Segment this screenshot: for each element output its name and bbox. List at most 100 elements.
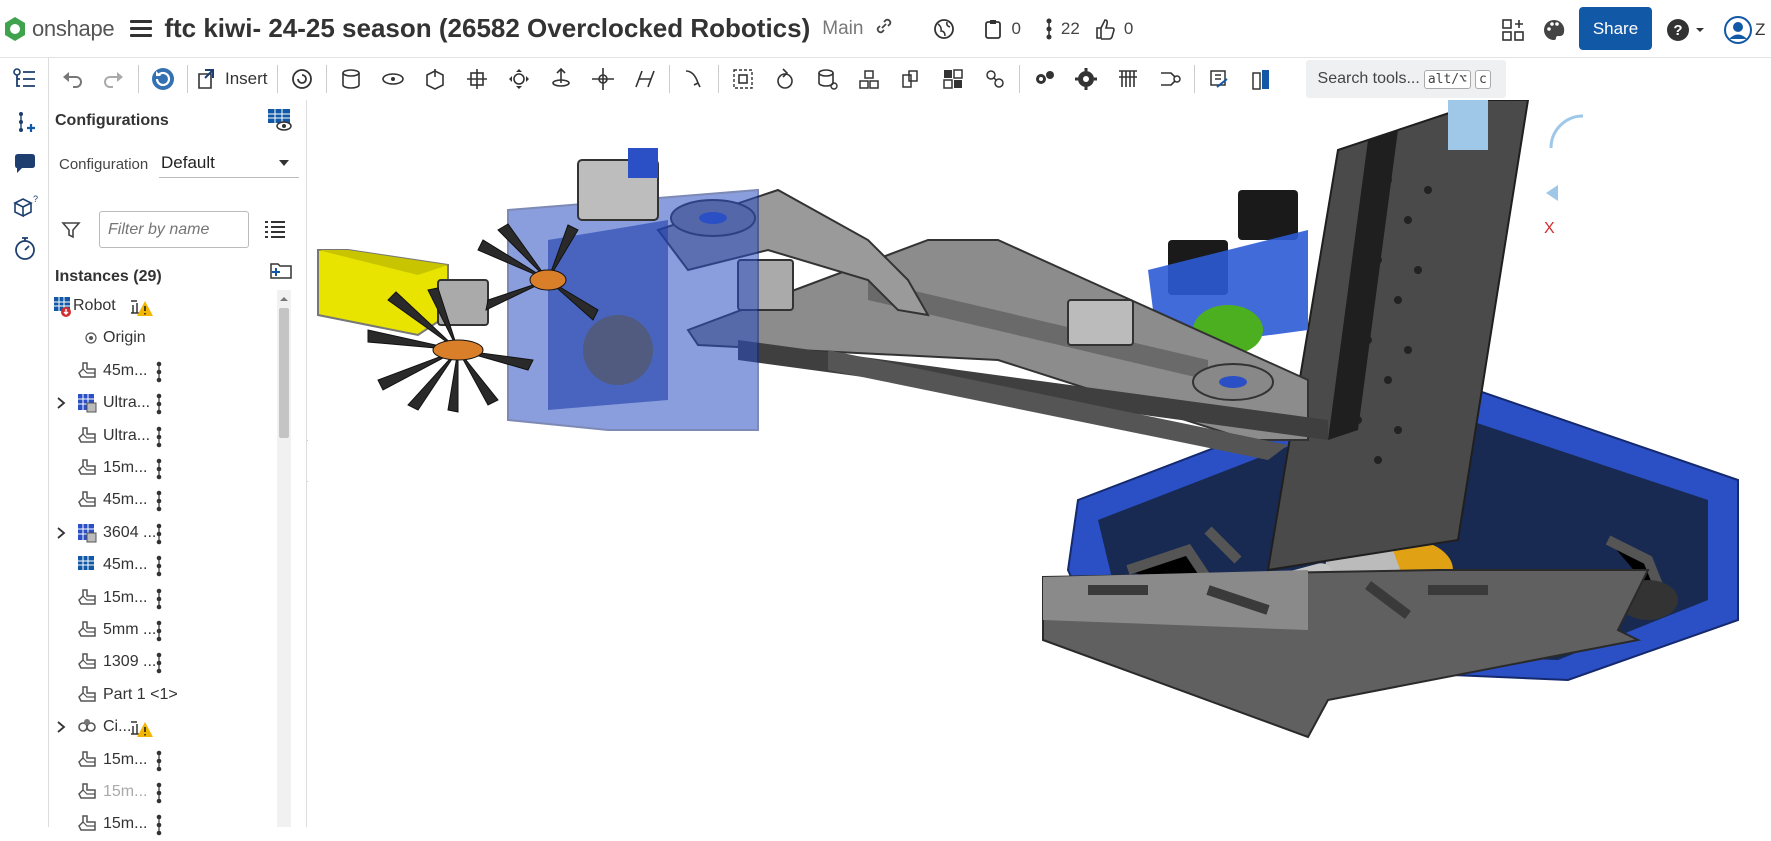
comments-icon[interactable] [10,150,40,180]
linear-pattern-icon[interactable] [850,60,888,98]
graphics-viewport[interactable]: X [308,100,1771,827]
measure-icon[interactable] [1200,60,1238,98]
instance-row[interactable]: Origin [49,322,277,354]
fasten-mate-icon[interactable] [283,60,321,98]
instance-menu-icon[interactable] [155,750,163,777]
instance-menu-icon[interactable] [155,555,163,582]
instance-row[interactable]: 5mm ... [49,614,277,646]
instance-menu-icon[interactable] [155,588,163,615]
part-icon [77,750,97,775]
parallel-mate-icon[interactable] [584,60,622,98]
share-button[interactable]: Share [1579,7,1652,50]
search-tools-button[interactable]: Search tools... alt/⌥ c [1305,60,1506,98]
instance-row[interactable]: Ultra... [49,420,277,452]
hamburger-menu-icon[interactable] [130,16,153,41]
instance-row[interactable]: Part 1 <1> [49,679,277,711]
instance-menu-icon[interactable] [155,782,163,809]
like-button[interactable]: 0 [1094,18,1133,40]
instance-row[interactable]: 15m... [49,582,277,614]
feature-list-icon[interactable] [10,64,40,94]
regenerate-icon[interactable] [144,60,182,98]
instance-row[interactable]: 15m... [49,776,277,808]
onshape-logo[interactable]: onshape [4,16,115,42]
cylindrical-mate-icon[interactable] [332,60,370,98]
instance-menu-icon[interactable] [155,490,163,517]
instance-row[interactable]: Robot [49,290,277,322]
instance-row[interactable]: 45m... [49,355,277,387]
slider-mate-icon[interactable] [416,60,454,98]
scroll-up-icon[interactable] [277,292,291,306]
instance-row[interactable]: 15m... [49,744,277,776]
instance-row[interactable]: Ci... [49,711,277,743]
gear-relation-icon[interactable] [1025,60,1063,98]
branch-name[interactable]: Main [822,18,863,40]
likes-count: 0 [1123,18,1134,38]
bom-icon[interactable]: ? [10,192,40,222]
instance-row[interactable]: 45m... [49,549,277,581]
group-icon[interactable] [724,60,762,98]
linear-relation-icon[interactable] [1151,60,1189,98]
section-view-icon[interactable] [1242,60,1280,98]
instance-label: 15m... [103,815,148,833]
app-store-icon[interactable] [1501,18,1525,47]
instance-menu-icon[interactable] [155,814,163,841]
new-folder-icon[interactable] [269,260,293,285]
user-avatar[interactable]: Z [1724,16,1765,44]
public-globe-icon[interactable] [933,18,955,40]
mate-connector-icon[interactable] [808,60,846,98]
instance-scrollbar[interactable] [277,290,291,827]
insert-mate-icon[interactable] [10,108,40,138]
instance-menu-icon[interactable] [155,523,163,550]
instance-menu-icon[interactable] [155,620,163,647]
pin-slot-mate-icon[interactable] [542,60,580,98]
replicate-icon[interactable] [766,60,804,98]
revolute-mate-icon[interactable] [374,60,412,98]
instance-menu-icon[interactable] [155,458,163,485]
instance-row[interactable]: 3604 ... [49,517,277,549]
versions-button[interactable]: 22 [1045,17,1080,41]
chevron-right-icon[interactable] [55,720,67,739]
instance-row[interactable]: 1309 ... [49,646,277,678]
instance-menu-icon[interactable] [155,393,163,420]
instance-row[interactable]: 15m... [49,452,277,484]
instance-row[interactable]: Ultra... [49,387,277,419]
configuration-select[interactable]: Default [159,148,299,178]
instance-label: 15m... [103,588,148,606]
insert-button[interactable]: Insert [191,60,274,98]
warning-icon[interactable] [129,716,153,743]
scroll-thumb[interactable] [279,308,289,438]
stopwatch-icon[interactable] [10,234,40,264]
help-icon[interactable]: ? [1666,18,1706,42]
width-mate-icon[interactable] [675,60,713,98]
filter-icon[interactable] [61,220,81,245]
planar-mate-icon[interactable] [458,60,496,98]
instance-menu-icon[interactable] [155,361,163,388]
instance-menu-icon[interactable] [155,426,163,453]
instance-menu-icon[interactable] [155,652,163,679]
explode-view-icon[interactable] [934,60,972,98]
palette-icon[interactable] [1542,18,1566,47]
tangent-mate-icon[interactable] [626,60,664,98]
instance-row[interactable]: 15m... [49,808,277,840]
link-icon[interactable] [875,17,893,40]
mate-relation-icon[interactable] [976,60,1014,98]
circular-pattern-icon[interactable] [892,60,930,98]
warning-icon[interactable] [129,295,153,322]
robot-model-3d[interactable]: X [308,100,1771,827]
rack-pinion-icon[interactable] [1067,60,1105,98]
configurations-heading: Configurations [55,112,169,129]
screw-relation-icon[interactable] [1109,60,1147,98]
redo-icon[interactable] [95,60,133,98]
undo-icon[interactable] [53,60,91,98]
configuration-table-icon[interactable] [267,108,293,137]
chevron-right-icon[interactable] [55,396,67,415]
versions-count: 22 [1060,18,1080,38]
instance-row[interactable]: 45m... [49,484,277,516]
ball-mate-icon[interactable] [500,60,538,98]
document-title[interactable]: ftc kiwi- 24-25 season (26582 Overclocke… [164,13,810,44]
chevron-right-icon[interactable] [55,526,67,545]
copies-button[interactable]: 0 [983,18,1021,40]
list-view-icon[interactable] [265,220,285,243]
filter-input[interactable] [99,211,249,248]
pattern-icon [77,717,97,742]
